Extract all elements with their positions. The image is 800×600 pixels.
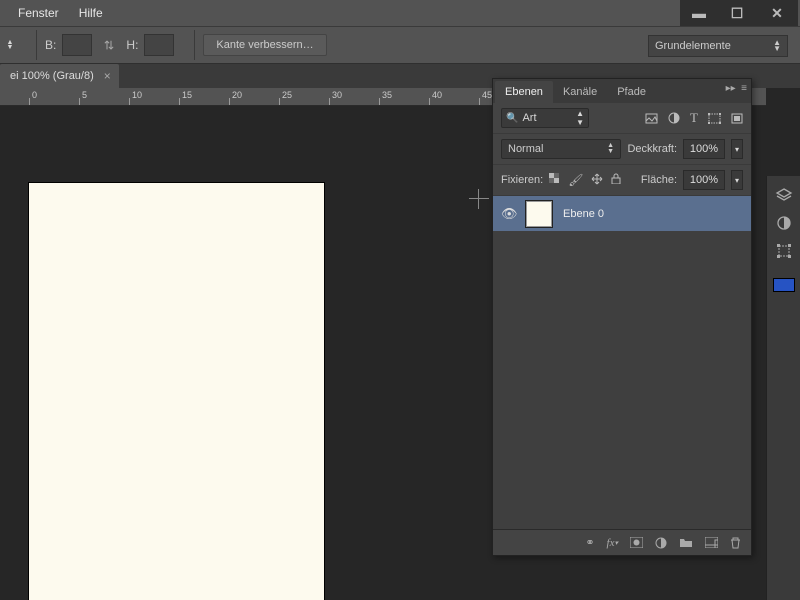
ruler-tick-25: 25 [282, 90, 292, 100]
layers-panel: Ebenen Kanäle Pfade ▸▸ ≡ 🔍 Art ▲▼ T N [492, 78, 752, 556]
right-dock [766, 176, 800, 600]
opacity-label: Deckkraft: [627, 143, 677, 155]
document-title: ei 100% (Grau/8) [10, 70, 94, 82]
maximize-button[interactable]: ☐ [718, 2, 756, 24]
close-button[interactable]: ✕ [756, 2, 798, 24]
layer-panel-toolbar: ⚭ fx▾ [493, 529, 751, 555]
adjustments-dock-icon[interactable] [771, 212, 797, 234]
fill-dropdown-icon[interactable]: ▾ [731, 170, 743, 190]
link-layers-icon[interactable]: ⚭ [585, 536, 594, 549]
ruler-tick-0: 0 [32, 90, 37, 100]
panel-menu-icon[interactable]: ▸▸ ≡ [726, 83, 747, 94]
filter-label: Art [522, 112, 536, 124]
lock-label: Fixieren: [501, 174, 543, 186]
document-tab[interactable]: ei 100% (Grau/8) × [0, 64, 119, 88]
menu-help[interactable]: Hilfe [69, 2, 113, 24]
filter-type-icon[interactable]: T [690, 110, 698, 126]
lock-position-icon[interactable] [591, 173, 603, 187]
swap-icon[interactable]: ⇄ [102, 40, 116, 50]
visibility-toggle-icon[interactable]: 👁 [501, 206, 515, 222]
menu-window[interactable]: Fenster [8, 2, 69, 24]
tab-layers[interactable]: Ebenen [495, 81, 553, 103]
width-label: B: [45, 38, 56, 52]
panel-tab-strip: Ebenen Kanäle Pfade ▸▸ ≡ [493, 79, 751, 103]
layer-filter-dropdown[interactable]: 🔍 Art ▲▼ [501, 108, 589, 128]
minimize-button[interactable]: ▬ [680, 2, 718, 24]
workspace-preset-dropdown[interactable]: Grundelemente ▲▼ [648, 35, 788, 57]
chevron-updown-icon: ▲▼ [607, 143, 614, 155]
add-mask-icon[interactable] [630, 537, 643, 548]
tab-paths[interactable]: Pfade [607, 81, 656, 103]
layer-filter-row: 🔍 Art ▲▼ T [493, 103, 751, 134]
height-label: H: [126, 38, 138, 52]
ruler-tick-40: 40 [432, 90, 442, 100]
ruler-tick-10: 10 [132, 90, 142, 100]
lock-all-icon[interactable] [611, 173, 621, 187]
window-controls: ▬ ☐ ✕ [680, 0, 798, 26]
search-icon: 🔍 [506, 113, 518, 124]
ruler-tick-35: 35 [382, 90, 392, 100]
ruler-tick-5: 5 [82, 90, 87, 100]
chevron-updown-icon: ▲▼ [576, 109, 584, 127]
opacity-dropdown-icon[interactable]: ▾ [731, 139, 743, 159]
blend-opacity-row: Normal ▲▼ Deckkraft: 100% ▾ [493, 134, 751, 165]
ruler-tick-30: 30 [332, 90, 342, 100]
filter-icons: T [645, 110, 743, 126]
filter-smart-icon[interactable] [731, 110, 743, 126]
blend-mode-dropdown[interactable]: Normal ▲▼ [501, 139, 621, 159]
layer-effects-icon[interactable]: fx▾ [607, 537, 618, 549]
crosshair-cursor [469, 189, 489, 209]
filter-adjust-icon[interactable] [668, 110, 680, 126]
lock-image-icon[interactable]: 🖌 [568, 173, 583, 187]
new-adjustment-layer-icon[interactable] [655, 537, 667, 549]
tab-close-icon[interactable]: × [104, 69, 111, 83]
transform-dock-icon[interactable] [771, 240, 797, 262]
fill-field[interactable]: 100% [683, 170, 725, 190]
fill-label: Fläche: [641, 174, 677, 186]
filter-pixel-icon[interactable] [645, 110, 658, 126]
layer-row[interactable]: 👁 Ebene 0 [493, 196, 751, 231]
height-field[interactable] [144, 34, 174, 56]
layers-dock-icon[interactable] [771, 184, 797, 206]
ruler-tick-15: 15 [182, 90, 192, 100]
blend-mode-value: Normal [508, 143, 543, 155]
layer-list: 👁 Ebene 0 [493, 196, 751, 529]
delete-layer-icon[interactable] [730, 537, 741, 549]
new-layer-icon[interactable] [705, 537, 718, 548]
chevron-updown-icon: ▲▼ [773, 40, 781, 52]
opacity-field[interactable]: 100% [683, 139, 725, 159]
options-dropdown-icon[interactable]: ▲▼ [4, 36, 16, 54]
lock-transparency-icon[interactable] [549, 173, 560, 187]
ruler-tick-20: 20 [232, 90, 242, 100]
refine-edge-button[interactable]: Kante verbessern… [203, 34, 326, 56]
foreground-color-swatch[interactable] [773, 278, 795, 292]
layer-thumbnail[interactable] [525, 200, 553, 228]
filter-shape-icon[interactable] [708, 110, 721, 126]
lock-icons: 🖌 [549, 173, 621, 187]
document-canvas[interactable] [29, 183, 324, 600]
application-frame: Fenster Hilfe ▬ ☐ ✕ ▲▼ B: ⇄ H: Kante ver… [0, 0, 800, 600]
preset-label: Grundelemente [655, 40, 731, 52]
lock-fill-row: Fixieren: 🖌 Fläche: 100% ▾ [493, 165, 751, 196]
tab-channels[interactable]: Kanäle [553, 81, 607, 103]
menu-bar: Fenster Hilfe ▬ ☐ ✕ [0, 0, 800, 26]
width-field[interactable] [62, 34, 92, 56]
options-bar: ▲▼ B: ⇄ H: Kante verbessern… Grundelemen… [0, 26, 800, 64]
new-group-icon[interactable] [679, 537, 693, 548]
ruler-tick-45: 45 [482, 90, 492, 100]
layer-name[interactable]: Ebene 0 [563, 208, 604, 220]
